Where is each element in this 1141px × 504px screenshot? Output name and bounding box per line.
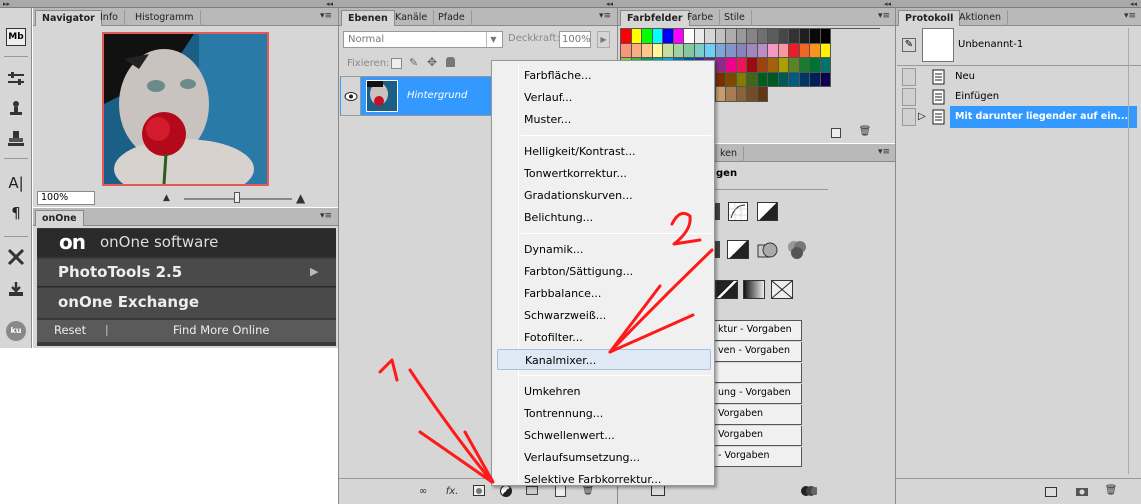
annotation-digit-two — [670, 211, 702, 246]
annotation-digit-one — [378, 358, 399, 382]
annotation-overlay — [378, 211, 714, 484]
annotation-arrow-two — [608, 248, 714, 354]
annotation-arrow-one — [408, 368, 494, 484]
annotation-arrow-one-head-a — [418, 430, 494, 484]
